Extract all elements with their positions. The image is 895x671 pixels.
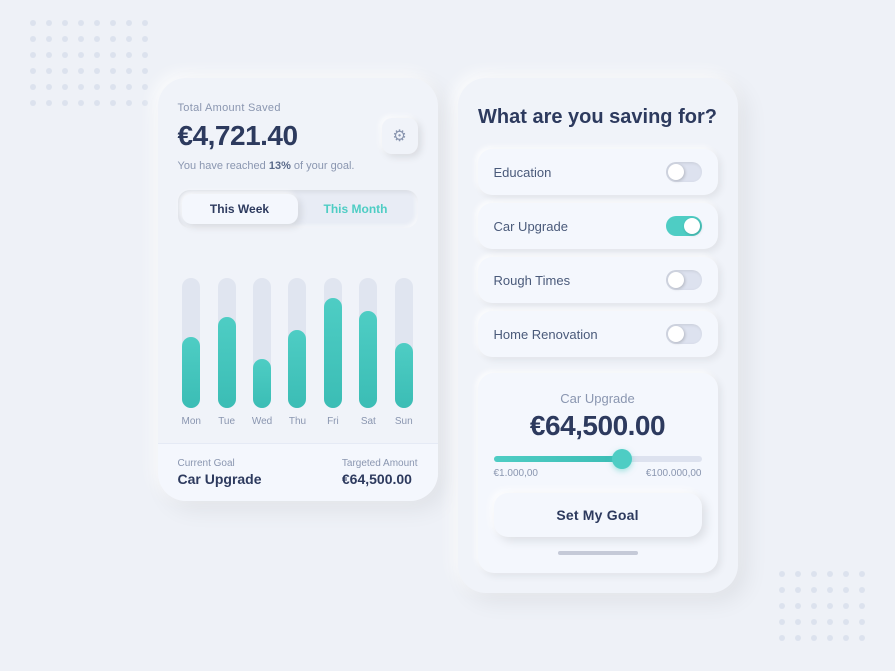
bar-col-tue <box>213 248 240 408</box>
day-label-thu: Thu <box>284 416 311 427</box>
slider-track <box>494 456 702 462</box>
bar-fill <box>182 337 200 409</box>
home-indicator <box>558 551 638 555</box>
bottom-summary: Current Goal Car Upgrade Targeted Amount… <box>158 443 438 501</box>
total-amount-value: €4,721.40 <box>178 120 298 152</box>
bar-fill <box>288 330 306 408</box>
bar-fill <box>359 311 377 409</box>
toggle-home-renovation[interactable] <box>666 324 702 344</box>
day-label-wed: Wed <box>248 416 275 427</box>
right-title: What are you saving for? <box>478 106 718 129</box>
bar-fill <box>218 317 236 408</box>
toggle-knob <box>668 164 684 180</box>
bar-fill <box>324 298 342 409</box>
saving-item: Home Renovation <box>478 311 718 357</box>
goal-card-title: Car Upgrade <box>494 391 702 406</box>
tab-this-month[interactable]: This Month <box>298 194 414 224</box>
bar-bg <box>182 278 200 408</box>
bar-bg <box>324 278 342 408</box>
toggle-knob <box>684 218 700 234</box>
day-label-sun: Sun <box>390 416 417 427</box>
day-label-mon: Mon <box>178 416 205 427</box>
toggle-rough-times[interactable] <box>666 270 702 290</box>
bar-fill <box>395 343 413 408</box>
day-label-fri: Fri <box>319 416 346 427</box>
goal-progress-text: You have reached 13% of your goal. <box>178 160 418 172</box>
bar-chart <box>178 248 418 408</box>
slider-labels: €1.000,00 €100.000,00 <box>494 468 702 479</box>
day-label-sat: Sat <box>355 416 382 427</box>
bar-col-sat <box>355 248 382 408</box>
bar-col-sun <box>390 248 417 408</box>
bar-bg <box>359 278 377 408</box>
gear-icon: ⚙ <box>392 126 406 146</box>
total-amount-label: Total Amount Saved <box>178 102 418 114</box>
chart-day-labels: Mon Tue Wed Thu Fri Sat Sun <box>178 416 418 427</box>
toggle-education[interactable] <box>666 162 702 182</box>
current-goal-label: Current Goal <box>178 458 262 469</box>
bar-col-mon <box>178 248 205 408</box>
slider-fill <box>494 456 623 462</box>
saving-item: Rough Times <box>478 257 718 303</box>
goal-card-amount: €64,500.00 <box>494 410 702 442</box>
left-card: Total Amount Saved €4,721.40 ⚙ You have … <box>158 78 438 501</box>
bar-bg <box>218 278 236 408</box>
saving-item-label: Education <box>494 165 552 180</box>
bar-col-wed <box>248 248 275 408</box>
targeted-amount-label: Targeted Amount <box>342 458 418 469</box>
saving-item-label: Home Renovation <box>494 327 598 342</box>
slider-thumb[interactable] <box>612 449 632 469</box>
time-tab-group: This Week This Month <box>178 190 418 228</box>
goal-slider-container <box>494 456 702 462</box>
current-goal-item: Current Goal Car Upgrade <box>178 458 262 487</box>
current-goal-value: Car Upgrade <box>178 471 262 487</box>
bar-bg <box>253 278 271 408</box>
bar-fill <box>253 359 271 408</box>
toggle-car-upgrade[interactable] <box>666 216 702 236</box>
saving-item: Education <box>478 149 718 195</box>
toggle-knob <box>668 326 684 342</box>
targeted-amount-value: €64,500.00 <box>342 471 418 487</box>
main-container: Total Amount Saved €4,721.40 ⚙ You have … <box>158 78 738 593</box>
goal-percentage: 13% <box>269 160 291 172</box>
tab-this-week[interactable]: This Week <box>182 194 298 224</box>
saving-item: Car Upgrade <box>478 203 718 249</box>
bar-bg <box>395 278 413 408</box>
toggle-knob <box>668 272 684 288</box>
day-label-tue: Tue <box>213 416 240 427</box>
bar-col-thu <box>284 248 311 408</box>
targeted-amount-item: Targeted Amount €64,500.00 <box>342 458 418 487</box>
right-card: What are you saving for? Education Car Up… <box>458 78 738 593</box>
saving-item-label: Car Upgrade <box>494 219 568 234</box>
slider-max-label: €100.000,00 <box>646 468 702 479</box>
settings-button[interactable]: ⚙ <box>382 118 418 154</box>
bar-bg <box>288 278 306 408</box>
slider-min-label: €1.000,00 <box>494 468 539 479</box>
saving-item-label: Rough Times <box>494 273 571 288</box>
set-goal-button[interactable]: Set My Goal <box>494 493 702 537</box>
bar-col-fri <box>319 248 346 408</box>
saving-options-list: Education Car Upgrade Rough Times Home Reno… <box>478 149 718 357</box>
goal-detail-card: Car Upgrade €64,500.00 €1.000,00 €100.00… <box>478 373 718 573</box>
